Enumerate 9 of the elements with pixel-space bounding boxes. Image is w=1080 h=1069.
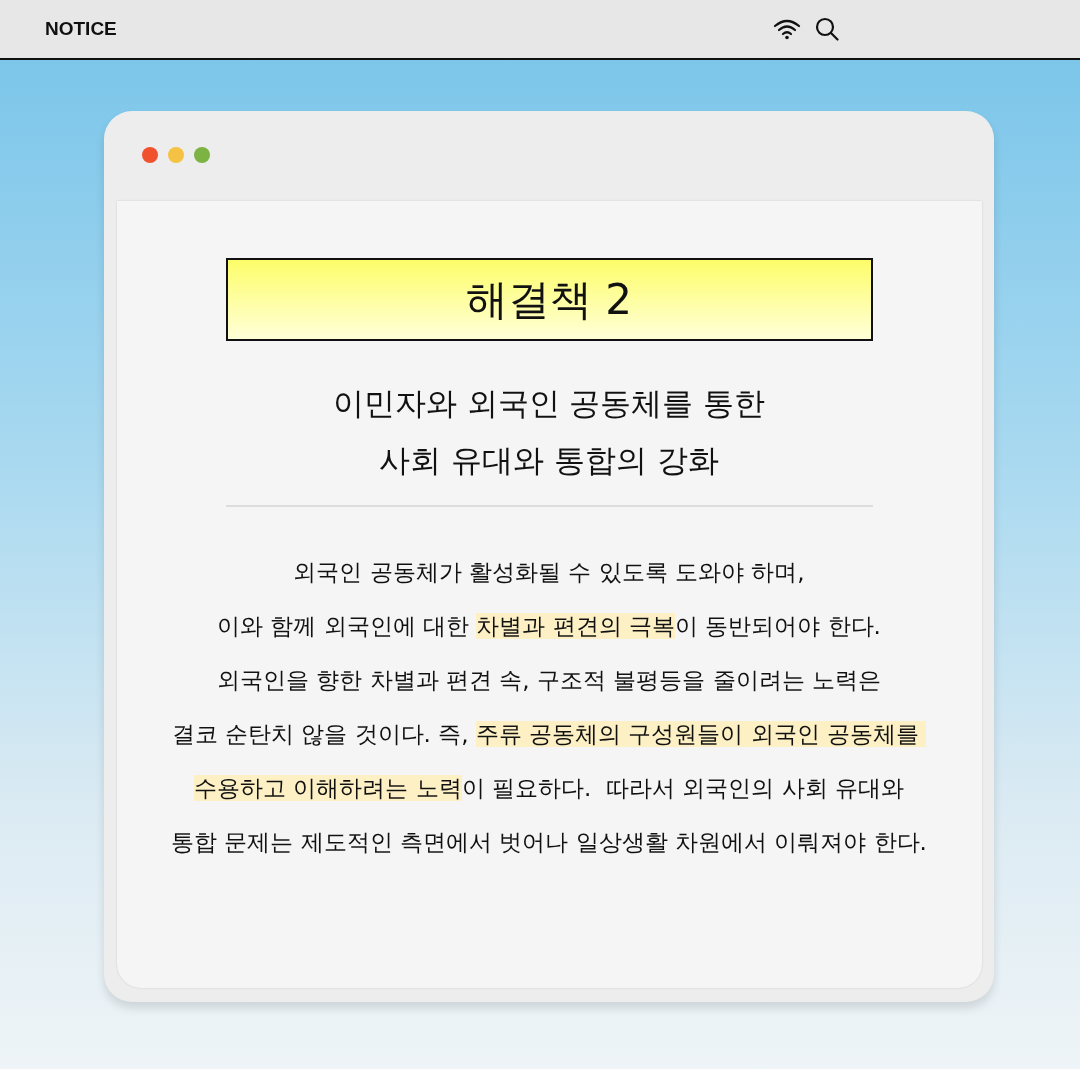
- search-icon[interactable]: [814, 17, 839, 41]
- wifi-icon[interactable]: [772, 18, 801, 40]
- window-control-dot[interactable]: [142, 147, 158, 163]
- heading-box: 해결책 2: [225, 258, 873, 341]
- body-paragraph: 외국인 공동체가 활성화될 수 있도록 도와야 하며, 이와 함께 외국인에 대한 차별과 편견의 극복이 동반되어야 한다. 외국인을 향한 차별과 편견 속, 구조적 불평등을 줄이려는 노력은 결코 순탄치 않을 것이다. 즉, 주류 공동체의 구성원들이 외국인 공동체를 수용하고 이해하려는 노력 이 필요하다. 따라서 외국인의 사회 유대와 통합 문제는 제도적인 측면에서 벗어나 일상생활 차원에서 이뤄져야 한다.: [171, 558, 927, 857]
- subtitle: 이민자와 외국인 공동체를 통한 사회 유대와 통합의 강화: [332, 384, 766, 480]
- window-control-dot[interactable]: [194, 147, 210, 163]
- window-control-dot[interactable]: [168, 147, 184, 163]
- top-bar-title: NOTICE: [45, 18, 117, 40]
